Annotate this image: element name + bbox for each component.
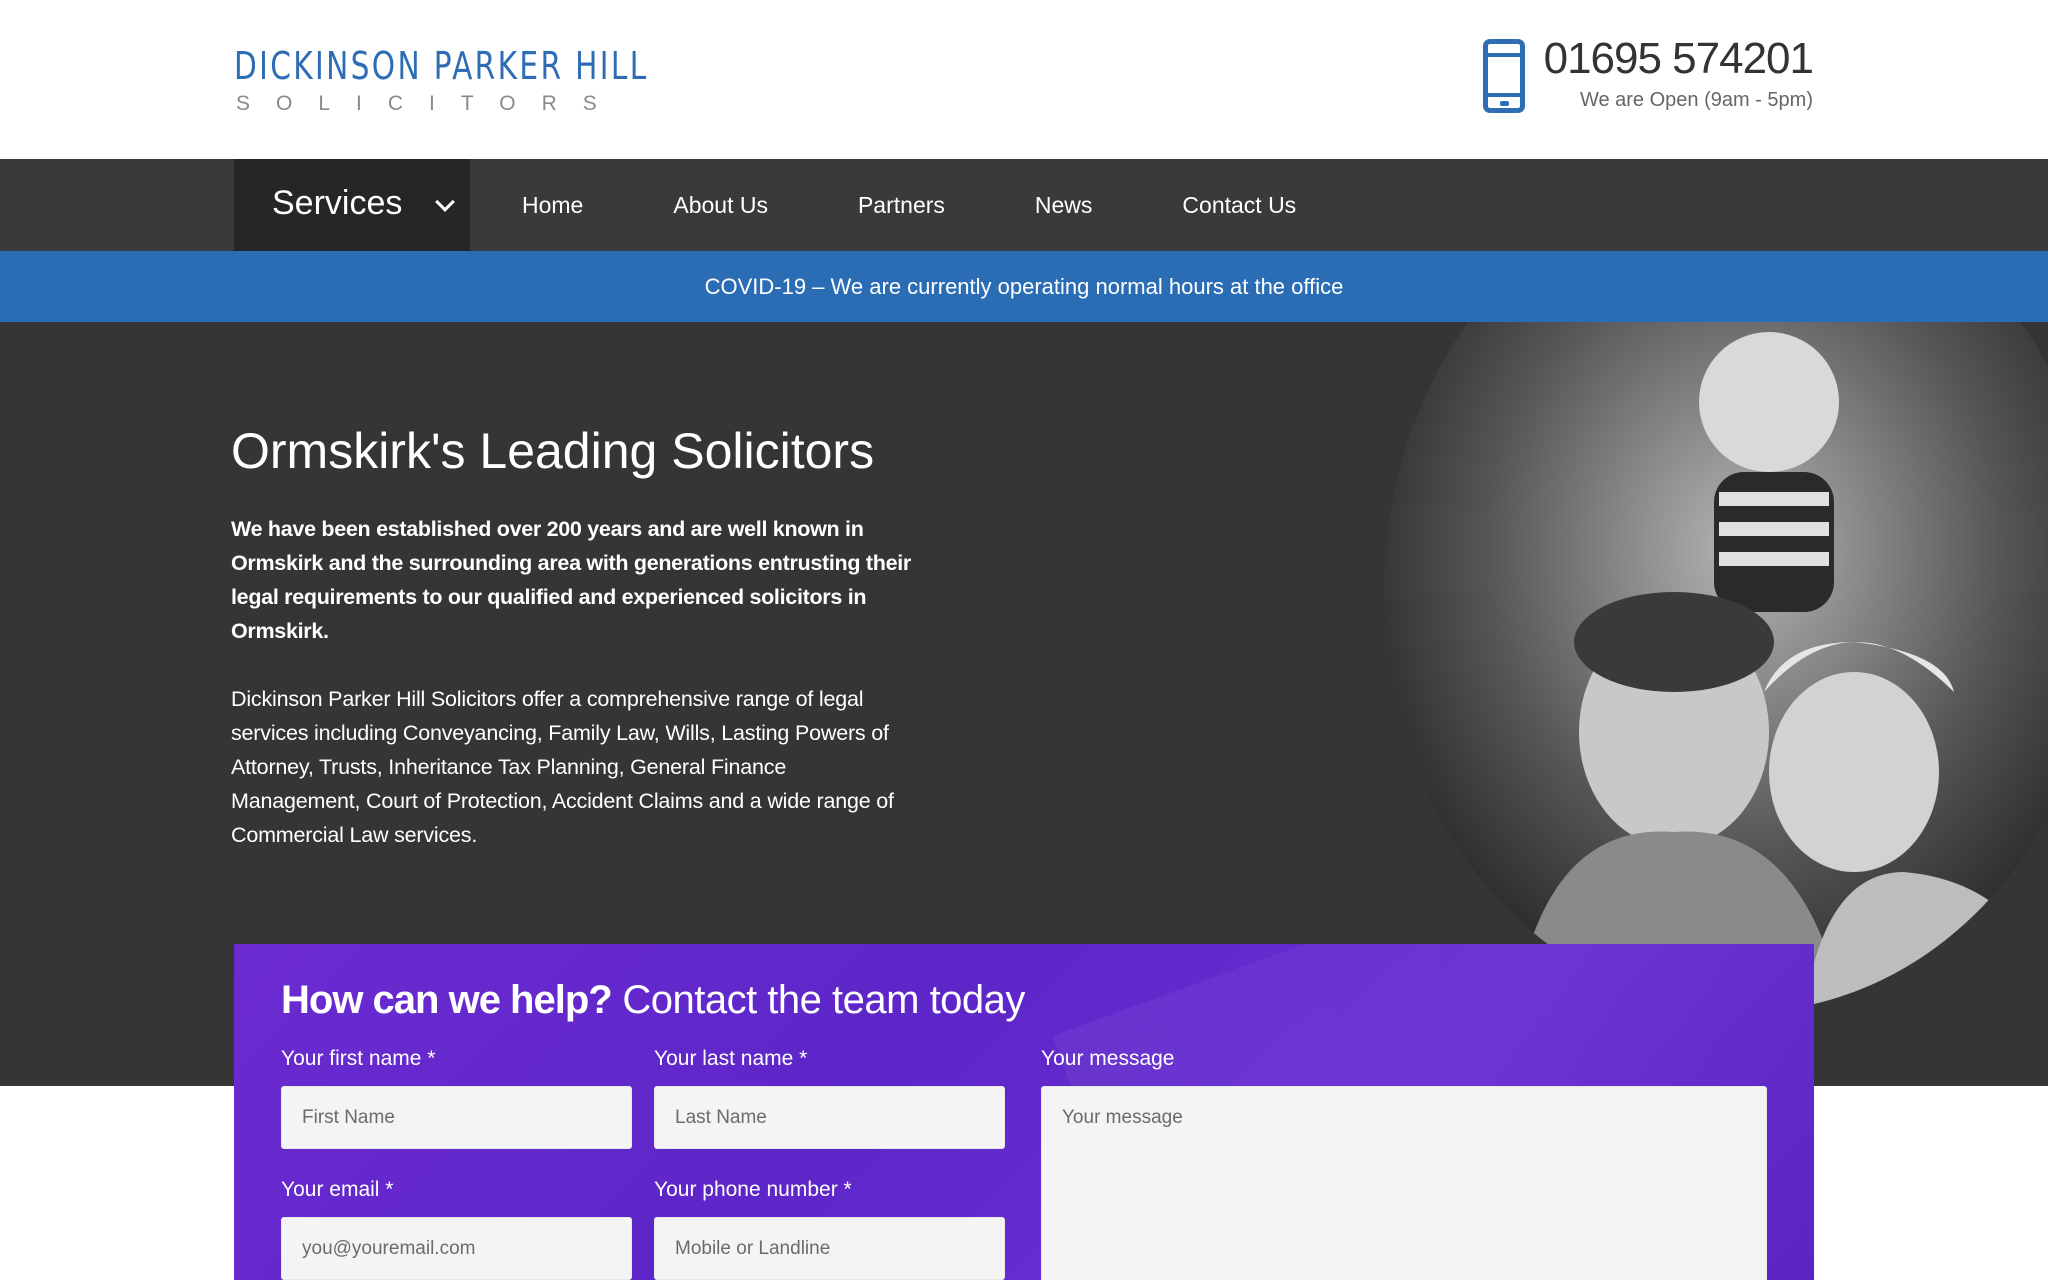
nav-item-partners[interactable]: Partners — [806, 159, 983, 251]
phone-field[interactable] — [654, 1217, 1005, 1280]
contact-form: How can we help? Contact the team today … — [234, 944, 1814, 1280]
first-name-label: Your first name * — [281, 1047, 436, 1070]
site-header: DICKINSON PARKER HILL SOLICITORS 01695 5… — [0, 0, 2048, 159]
form-heading-strong: How can we help? — [281, 978, 613, 1022]
covid-notice-bar: COVID-19 – We are currently operating no… — [0, 251, 2048, 322]
chevron-down-icon — [435, 192, 455, 212]
main-navigation: Services Home About Us Partners News Con… — [0, 159, 2048, 251]
email-label: Your email * — [281, 1178, 394, 1201]
email-field[interactable] — [281, 1217, 632, 1280]
nav-item-home[interactable]: Home — [470, 159, 621, 251]
services-dropdown[interactable]: Services — [234, 159, 470, 251]
mobile-phone-icon — [1483, 39, 1525, 113]
hero-body-paragraph: Dickinson Parker Hill Solicitors offer a… — [231, 687, 894, 847]
phone-contact[interactable]: 01695 574201 We are Open (9am - 5pm) — [1483, 34, 1814, 118]
last-name-label: Your last name * — [654, 1047, 808, 1070]
services-label: Services — [272, 184, 403, 222]
page-title: Ormskirk's Leading Solicitors — [231, 423, 875, 479]
nav-item-contact-us[interactable]: Contact Us — [1130, 159, 1334, 251]
form-heading: How can we help? Contact the team today — [281, 978, 1025, 1023]
phone-number[interactable]: 01695 574201 — [1544, 34, 1814, 84]
opening-hours: We are Open (9am - 5pm) — [1579, 89, 1813, 111]
message-label: Your message — [1041, 1047, 1175, 1070]
logo-tagline: SOLICITORS — [236, 92, 623, 115]
phone-label: Your phone number * — [654, 1178, 852, 1201]
form-heading-light: Contact the team today — [622, 978, 1025, 1022]
hero-lead-paragraph: We have been established over 200 years … — [231, 517, 911, 643]
site-logo[interactable]: DICKINSON PARKER HILL SOLICITORS — [234, 44, 646, 116]
last-name-field[interactable] — [654, 1086, 1005, 1149]
nav-item-news[interactable]: News — [983, 159, 1131, 251]
family-photo — [1384, 322, 2048, 1012]
nav-links: Home About Us Partners News Contact Us — [470, 159, 1334, 251]
first-name-field[interactable] — [281, 1086, 632, 1149]
logo-wordmark: DICKINSON PARKER HILL — [234, 44, 649, 88]
nav-item-about-us[interactable]: About Us — [621, 159, 806, 251]
message-field[interactable] — [1041, 1086, 1767, 1280]
